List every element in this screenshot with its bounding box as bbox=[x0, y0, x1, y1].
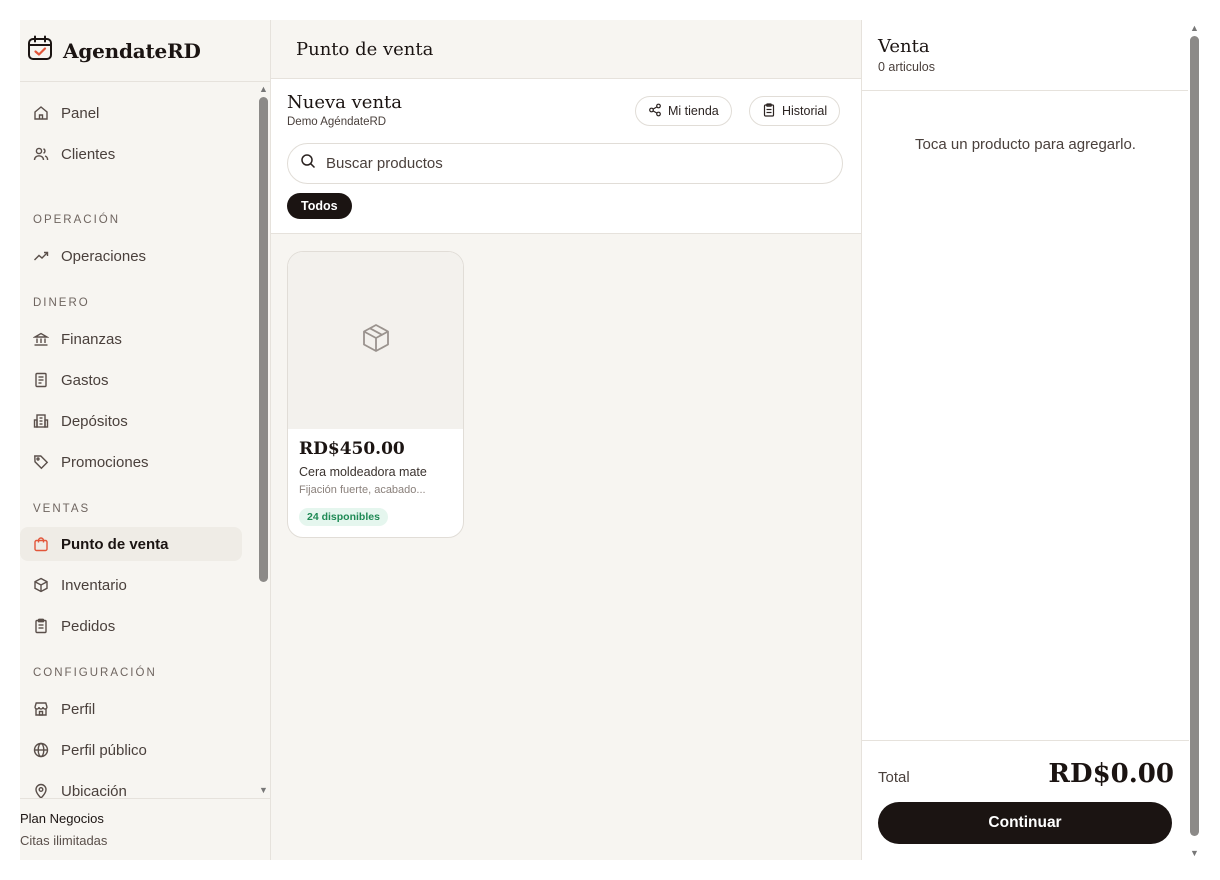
sidebar-item-label: Finanzas bbox=[61, 330, 122, 348]
brand-name: AgendateRD bbox=[63, 38, 201, 63]
sidebar-item-panel[interactable]: Panel bbox=[20, 96, 242, 130]
sidebar-item-clientes[interactable]: Clientes bbox=[20, 137, 242, 171]
sidebar-item-label: Depósitos bbox=[61, 412, 128, 430]
plan-subtitle: Citas ilimitadas bbox=[20, 833, 108, 848]
search-input[interactable]: Buscar productos bbox=[287, 143, 843, 184]
sidebar: AgendateRD Panel Clientes OPERACIÓN Oper… bbox=[20, 20, 271, 860]
sidebar-item-label: Operaciones bbox=[61, 247, 147, 265]
tag-icon bbox=[32, 454, 49, 471]
sidebar-item-inventario[interactable]: Inventario bbox=[20, 568, 242, 602]
product-price: RD$450.00 bbox=[299, 439, 405, 459]
cart-empty-message: Toca un producto para agregarlo. bbox=[915, 136, 1136, 153]
clipboard-icon bbox=[32, 618, 49, 635]
mi-tienda-label: Mi tienda bbox=[668, 104, 719, 118]
bank-icon bbox=[32, 331, 49, 348]
product-description: Fijación fuerte, acabado... bbox=[299, 484, 426, 496]
sidebar-item-label: Clientes bbox=[61, 145, 116, 163]
sidebar-item-label: Panel bbox=[61, 104, 100, 122]
scroll-up-arrow[interactable]: ▲ bbox=[259, 84, 268, 94]
sidebar-item-label: Inventario bbox=[61, 576, 127, 594]
cart-panel: Venta 0 articulos Toca un producto para … bbox=[861, 20, 1189, 860]
sidebar-item-finanzas[interactable]: Finanzas bbox=[20, 322, 242, 356]
historial-button[interactable]: Historial bbox=[749, 96, 841, 126]
product-name: Cera moldeadora mate bbox=[299, 465, 427, 479]
cart-count: 0 articulos bbox=[878, 60, 935, 74]
sidebar-scrollbar[interactable] bbox=[259, 97, 268, 582]
sidebar-item-label: Gastos bbox=[61, 371, 109, 389]
main-content: Punto de venta Nueva venta Demo Agéndate… bbox=[271, 20, 861, 860]
search-placeholder: Buscar productos bbox=[326, 155, 443, 172]
product-card[interactable]: RD$450.00 Cera moldeadora mate Fijación … bbox=[287, 251, 464, 538]
sidebar-item-label: Pedidos bbox=[61, 617, 116, 635]
sidebar-item-label: Ubicación bbox=[61, 782, 127, 799]
box-icon bbox=[32, 577, 49, 594]
plan-title: Plan Negocios bbox=[20, 811, 104, 826]
sidebar-item-perfil[interactable]: Perfil bbox=[20, 692, 242, 726]
continue-button[interactable]: Continuar bbox=[878, 802, 1172, 844]
total-label: Total bbox=[878, 769, 910, 786]
clipboard-icon bbox=[762, 102, 776, 120]
panel-subtitle: Demo AgéndateRD bbox=[287, 116, 387, 128]
mi-tienda-button[interactable]: Mi tienda bbox=[635, 96, 732, 126]
sidebar-item-promociones[interactable]: Promociones bbox=[20, 445, 242, 479]
historial-label: Historial bbox=[782, 104, 828, 118]
section-heading: OPERACIÓN bbox=[33, 214, 121, 226]
sidebar-item-label: Promociones bbox=[61, 453, 149, 471]
sidebar-item-depositos[interactable]: Depósitos bbox=[20, 404, 242, 438]
plan-info: Plan Negocios Citas ilimitadas bbox=[20, 798, 271, 860]
filter-chip-todos[interactable]: Todos bbox=[287, 193, 352, 219]
page-title: Punto de venta bbox=[271, 20, 861, 79]
section-heading: DINERO bbox=[33, 297, 90, 309]
page-scrollbar[interactable] bbox=[1190, 36, 1199, 836]
sidebar-item-perfil-publico[interactable]: Perfil público bbox=[20, 733, 242, 767]
page-scroll-up-arrow[interactable]: ▲ bbox=[1190, 23, 1199, 33]
section-heading: VENTAS bbox=[33, 503, 91, 515]
new-sale-panel: Nueva venta Demo AgéndateRD Mi tienda Hi… bbox=[271, 79, 861, 234]
bag-icon bbox=[32, 536, 49, 553]
share-icon bbox=[648, 103, 662, 120]
sidebar-item-punto-de-venta[interactable]: Punto de venta bbox=[20, 527, 242, 561]
sidebar-item-label: Perfil bbox=[61, 700, 96, 718]
sidebar-item-ubicacion[interactable]: Ubicación bbox=[20, 774, 242, 798]
store-icon bbox=[32, 701, 49, 718]
receipt-icon bbox=[32, 372, 49, 389]
cart-header: Venta 0 articulos bbox=[862, 20, 1188, 91]
scroll-down-arrow[interactable]: ▼ bbox=[259, 785, 268, 795]
total-value: RD$0.00 bbox=[1048, 759, 1174, 789]
home-icon bbox=[32, 105, 49, 122]
section-heading: CONFIGURACIÓN bbox=[33, 667, 157, 679]
sidebar-item-gastos[interactable]: Gastos bbox=[20, 363, 242, 397]
users-icon bbox=[32, 146, 49, 163]
pin-icon bbox=[32, 783, 49, 798]
page-scroll-down-arrow[interactable]: ▼ bbox=[1190, 848, 1199, 858]
sidebar-nav: Panel Clientes OPERACIÓN Operaciones DIN… bbox=[20, 82, 271, 798]
brand[interactable]: AgendateRD bbox=[20, 20, 270, 82]
cart-footer: Total RD$0.00 Continuar bbox=[862, 740, 1189, 860]
search-icon bbox=[300, 153, 316, 174]
product-image bbox=[288, 252, 463, 429]
trend-icon bbox=[32, 248, 49, 265]
sidebar-item-operaciones[interactable]: Operaciones bbox=[20, 239, 242, 273]
sidebar-item-label: Perfil público bbox=[61, 741, 147, 759]
sidebar-item-label: Punto de venta bbox=[61, 535, 169, 553]
panel-title: Nueva venta bbox=[287, 92, 402, 113]
calendar-check-icon bbox=[27, 35, 53, 66]
cart-title: Venta bbox=[878, 36, 930, 57]
globe-icon bbox=[32, 742, 49, 759]
stock-badge: 24 disponibles bbox=[299, 508, 388, 526]
building-icon bbox=[32, 413, 49, 430]
app-window: AgendateRD Panel Clientes OPERACIÓN Oper… bbox=[20, 20, 1203, 860]
sidebar-item-pedidos[interactable]: Pedidos bbox=[20, 609, 242, 643]
box-icon bbox=[360, 322, 392, 359]
